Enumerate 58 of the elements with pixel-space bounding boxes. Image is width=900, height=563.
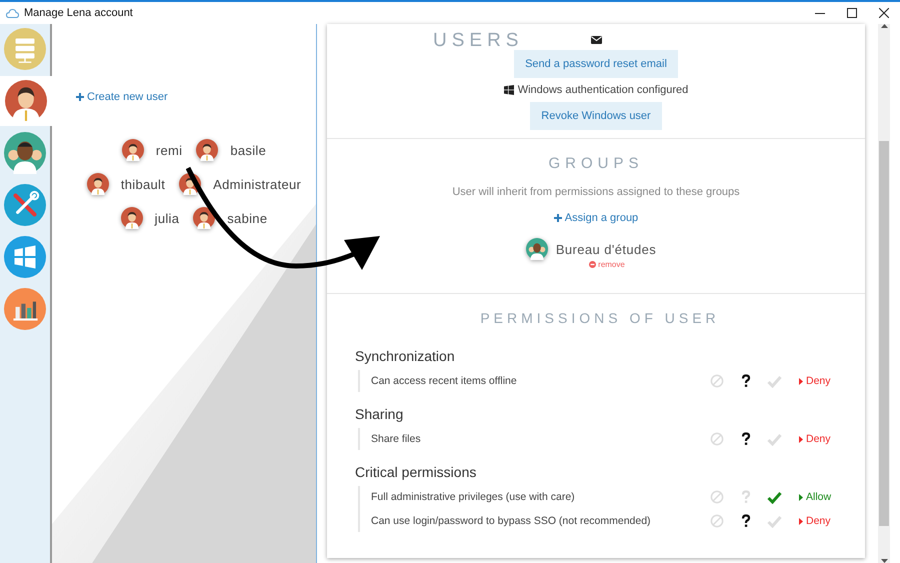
avatar-icon	[179, 173, 202, 195]
permission-label: Full administrative privileges (use with care)	[371, 491, 576, 503]
permission-label: Can use login/password to bypass SSO (not recommended)	[371, 515, 652, 527]
avatar-icon	[86, 173, 109, 195]
plus-icon	[76, 93, 84, 101]
caret-icon	[799, 378, 803, 384]
permission-result[interactable]: Deny	[799, 433, 845, 445]
maximize-icon	[847, 8, 857, 18]
envelope-icon	[590, 36, 602, 44]
tools-icon	[4, 184, 46, 226]
scroll-up-icon	[880, 24, 888, 28]
groups-hint: User will inherit from permissions assigned to these groups	[452, 186, 740, 198]
caret-icon	[799, 494, 803, 500]
avatar-icon	[122, 139, 144, 161]
remove-link[interactable]: remove	[589, 260, 625, 269]
plus-icon	[554, 214, 562, 222]
permission-result[interactable]: Deny	[799, 515, 845, 527]
close-icon	[879, 8, 889, 18]
revoke-button[interactable]: Revoke Windows user	[530, 102, 662, 130]
windows-icon	[504, 85, 514, 95]
password-reset-button[interactable]: Send a password reset email	[514, 50, 678, 78]
cloud-icon	[6, 8, 19, 18]
scroll-down-icon	[880, 559, 888, 563]
sidebar-item[interactable]	[0, 76, 52, 126]
user-name[interactable]: thibault	[120, 176, 166, 192]
minus-circle-icon	[589, 261, 596, 268]
user-name[interactable]: Administrateur	[213, 176, 302, 192]
users-heading: USERS	[433, 30, 524, 52]
user-name[interactable]: basile	[230, 142, 266, 158]
section-title: Critical permissions	[355, 464, 478, 480]
windows-auth-status: Windows authentication configured	[518, 84, 688, 96]
windows-icon	[4, 236, 46, 278]
server-icon	[4, 28, 46, 70]
permissions-heading: PERMISSIONS OF USER	[479, 310, 721, 326]
avatar-icon	[193, 207, 216, 229]
window-title: Manage Lena account	[24, 7, 133, 19]
scrollbar[interactable]	[878, 24, 890, 563]
section-title: Synchronization	[355, 348, 456, 364]
avatar-icon	[120, 207, 143, 229]
group-avatar-icon	[526, 238, 548, 260]
user-name[interactable]: remi	[156, 142, 182, 158]
permission-label: Share files	[371, 433, 422, 445]
groups-heading: GROUPS	[548, 155, 644, 172]
create-user-link[interactable]: Create new user	[76, 91, 168, 103]
caret-icon	[799, 436, 803, 442]
section-title: Sharing	[355, 406, 404, 422]
caret-icon	[799, 518, 803, 524]
permission-result[interactable]: Allow	[799, 491, 845, 503]
permission-label: Can access recent items offline	[371, 375, 518, 387]
chart-icon	[4, 288, 46, 330]
permission-result[interactable]: Deny	[799, 375, 845, 387]
user-icon	[5, 80, 47, 122]
user-name[interactable]: julia	[154, 210, 180, 226]
group-icon	[4, 132, 46, 174]
group-name: Bureau d'études	[556, 242, 656, 256]
assign-group-link[interactable]: Assign a group	[554, 212, 638, 224]
avatar-icon	[196, 139, 218, 161]
user-name[interactable]: sabine	[227, 210, 268, 226]
